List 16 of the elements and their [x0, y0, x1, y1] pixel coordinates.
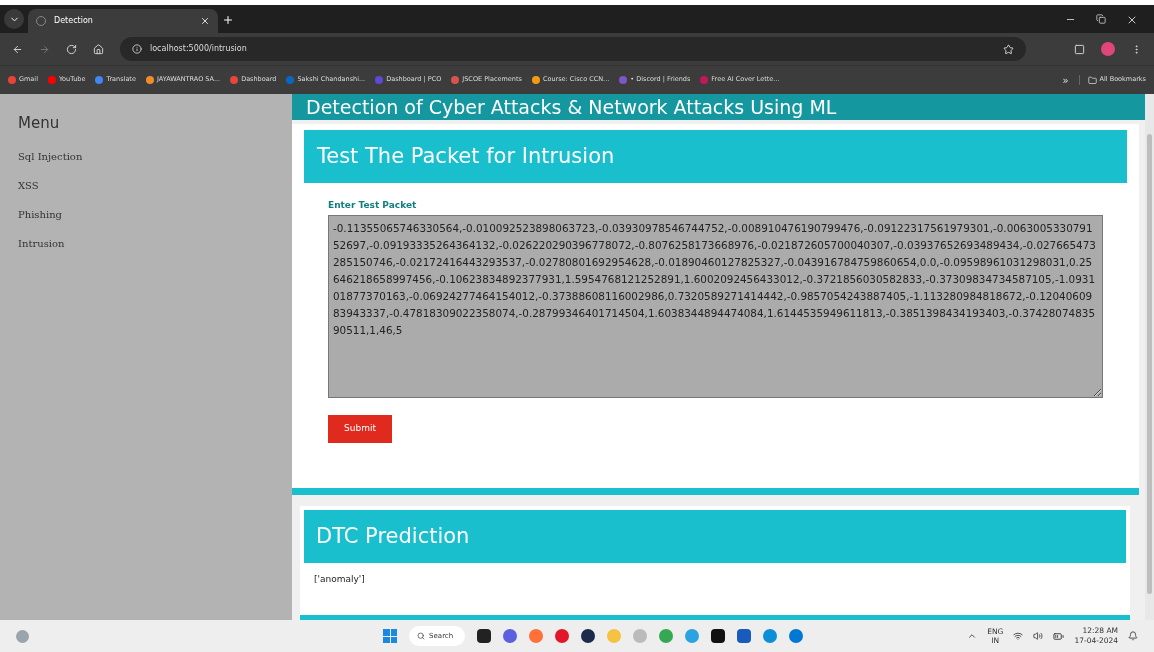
- menu-title: Menu: [18, 113, 61, 134]
- page-heading: Detection of Cyber Attacks & Network Attacks Using ML: [306, 96, 837, 118]
- submit-button[interactable]: Submit: [328, 414, 392, 443]
- tab-title: Detection: [54, 15, 94, 27]
- more-bookmarks-button[interactable]: »: [1062, 72, 1069, 88]
- packet-input-field[interactable]: -0.11355065746330564,-0.010092523898063723,-0.03930978546744752,-0.008910476190799476,-0.09122317561979301,-0.006300533079152697,-0.09193335264364132,-0.026220290396778072,-0.8076258173668976,-0.021872605700040307,-0.03937652693489434,-0.027665473285150746,-0.02172416443293537,-0.02780801692954628,-0.01890460127825327,-0.043916784759860654,0.0,-0.09598961031298031,0.25646218658997456,-0.10623834892377931,1.5954768121252891,1.6002092456433012,-0.3721856030582833,-0.37309834734587105,-1.093101877370163,-0.06924277464154012,-0.37388608116002986,0.7320589271414442,-0.9857054243887405,-1.113280984818672,-0.1204060983943337,-0.47818309022358074,-0.28799346401714504,1.6038344894474084,1.6144535949611813,-0.3851398434193403,-0.3742807483590511,1,46,5: [328, 214, 1103, 398]
- menu-link[interactable]: XSS: [18, 177, 39, 207]
- browser-tab[interactable]: Detection: [28, 9, 218, 33]
- menu-link[interactable]: Sql Injection: [18, 148, 83, 178]
- field-label: Enter Test Packet: [328, 199, 418, 212]
- prediction-result: ['anomaly']: [314, 573, 366, 586]
- address-bar[interactable]: localhost:5000/intrusion: [120, 37, 1026, 61]
- menu-link[interactable]: Phishing: [18, 206, 62, 236]
- card-title: Test The Packet for Intrusion: [317, 142, 615, 170]
- card-title: DTC Prediction: [316, 522, 470, 550]
- menu-link[interactable]: Intrusion: [18, 235, 65, 265]
